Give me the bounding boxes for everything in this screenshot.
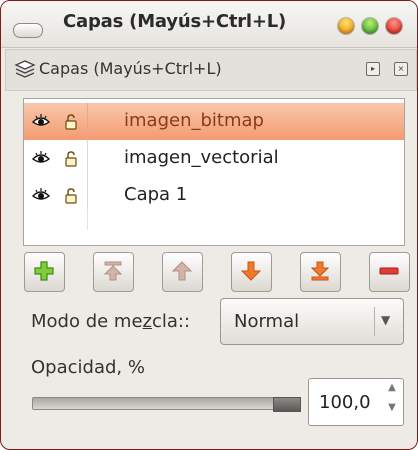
layers-toolbar: [24, 252, 410, 292]
delete-layer-button[interactable]: [369, 252, 410, 292]
lower-layer-button[interactable]: [231, 252, 272, 292]
blend-mode-label: Modo de mezcla::: [31, 311, 191, 332]
opacity-value[interactable]: 100,0: [319, 392, 371, 413]
layer-row[interactable]: imagen_vectorial: [24, 140, 404, 177]
maximize-button[interactable]: [362, 18, 378, 34]
layers-window: Capas (Mayús+Ctrl+L) Capas (Mayús+Ctrl+L…: [0, 0, 418, 450]
lock-icon[interactable]: [64, 114, 78, 130]
panel-title: Capas (Mayús+Ctrl+L): [39, 59, 222, 78]
lower-layer-icon: [240, 261, 262, 281]
layers-icon: [14, 60, 36, 78]
layer-name[interactable]: Capa 1: [124, 184, 187, 205]
opacity-spinbox[interactable]: 100,0 ▲ ▼: [308, 378, 404, 426]
visibility-eye-icon[interactable]: [32, 150, 50, 166]
minimize-button[interactable]: [338, 18, 354, 34]
opacity-slider[interactable]: [32, 397, 301, 412]
spin-up-icon[interactable]: ▲: [385, 382, 399, 402]
panel-header: Capas (Mayús+Ctrl+L) ▸ ×: [5, 49, 417, 91]
title-bar[interactable]: Capas (Mayús+Ctrl+L): [1, 1, 417, 48]
layer-name[interactable]: imagen_bitmap: [124, 110, 264, 131]
layers-list[interactable]: imagen_bitmap imagen_vectorial Capa 1: [23, 98, 405, 246]
column-divider: [87, 210, 88, 230]
layer-name[interactable]: imagen_vectorial: [124, 147, 279, 168]
raise-layer-icon: [171, 261, 193, 281]
visibility-eye-icon[interactable]: [32, 113, 50, 129]
lower-to-bottom-icon: [310, 261, 330, 281]
raise-to-top-button[interactable]: [93, 252, 134, 292]
raise-layer-button[interactable]: [162, 252, 203, 292]
opacity-label: Opacidad, %: [31, 357, 145, 378]
opacity-slider-fill: [33, 398, 286, 409]
delete-layer-icon: [379, 267, 399, 275]
new-layer-icon: [34, 261, 54, 281]
visibility-eye-icon[interactable]: [32, 187, 50, 203]
lock-icon[interactable]: [64, 188, 78, 204]
raise-to-top-icon: [103, 261, 123, 281]
spin-down-icon[interactable]: ▼: [385, 402, 399, 422]
lower-to-bottom-button[interactable]: [300, 252, 341, 292]
chevron-down-icon[interactable]: ▼: [381, 313, 390, 327]
window-title: Capas (Mayús+Ctrl+L): [63, 11, 287, 32]
combo-divider: [374, 307, 375, 336]
column-divider: [87, 177, 88, 214]
lock-icon[interactable]: [64, 151, 78, 167]
column-divider: [87, 103, 88, 140]
close-button[interactable]: [386, 18, 402, 34]
new-layer-button[interactable]: [24, 252, 65, 292]
blend-mode-select[interactable]: Normal ▼: [220, 298, 404, 345]
layer-row[interactable]: imagen_bitmap: [24, 103, 404, 140]
layer-row[interactable]: Capa 1: [24, 177, 404, 214]
blend-mode-value: Normal: [234, 311, 300, 332]
opacity-slider-handle[interactable]: [273, 397, 301, 412]
window-menu-icon[interactable]: [13, 23, 43, 38]
panel-close-icon[interactable]: ×: [394, 62, 408, 76]
column-divider: [87, 140, 88, 177]
panel-menu-icon[interactable]: ▸: [366, 62, 380, 76]
